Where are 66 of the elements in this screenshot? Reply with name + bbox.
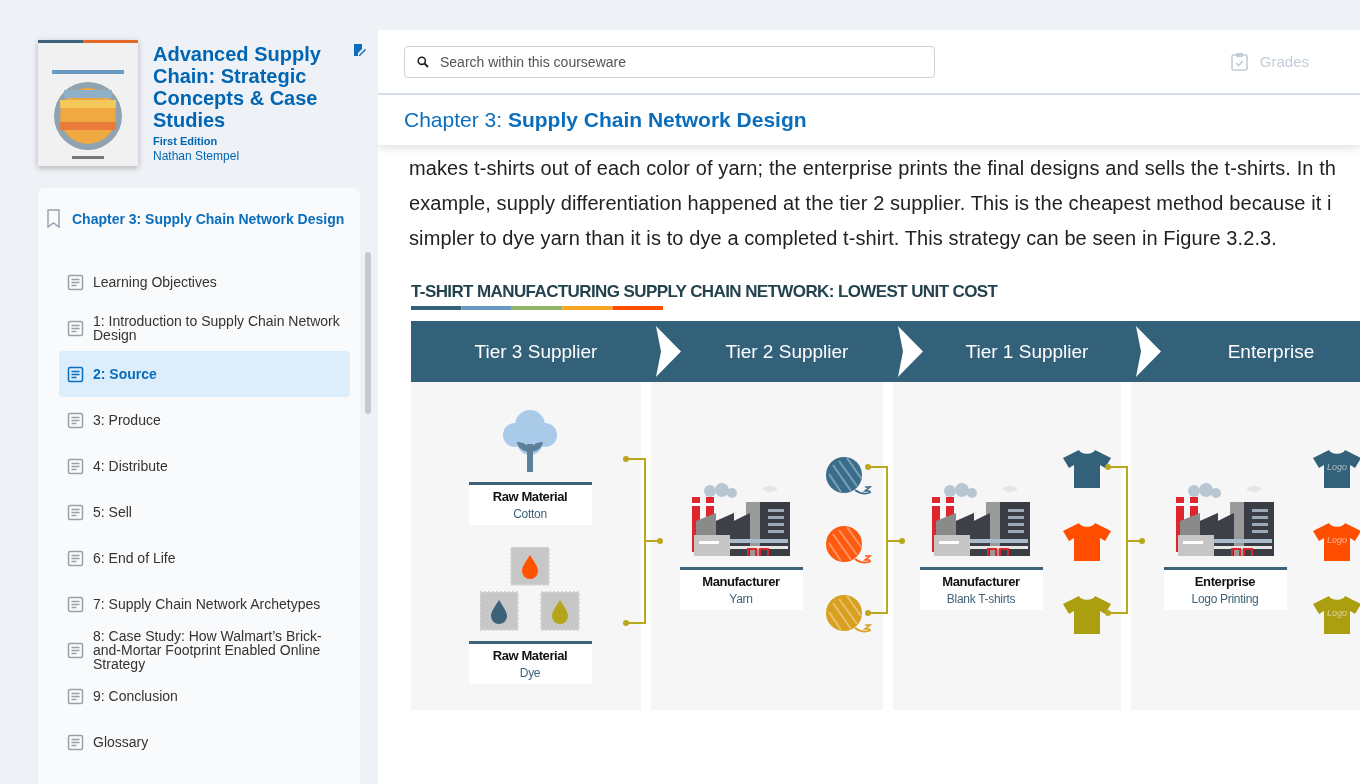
node-subtitle: Cotton: [513, 507, 547, 521]
paragraph-line: example, supply differentiation happened at the tier 2 supplier. This is the cheapest method because it i: [409, 191, 1333, 216]
toc-item-label: Glossary: [93, 735, 150, 749]
clipboard-check-icon: [1230, 52, 1248, 71]
bookmark-icon: [46, 209, 63, 228]
toc-item-label: 6: End of Life: [93, 551, 177, 565]
chapter-heading: Chapter 3: Supply Chain Network Design: [404, 108, 807, 132]
toc-item-label: 4: Distribute: [93, 459, 169, 473]
toc-item[interactable]: Learning Objectives: [59, 259, 350, 305]
document-icon: [67, 411, 84, 429]
document-icon: [67, 273, 84, 291]
toc-item[interactable]: 4: Distribute: [59, 443, 350, 489]
infographic-title: T-SHIRT MANUFACTURING SUPPLY CHAIN NETWORK: LOWEST UNIT COST: [411, 282, 999, 302]
book-title[interactable]: Advanced Supply Chain: Strategic Concepts & Case Studies: [153, 43, 338, 131]
toc-item[interactable]: Glossary: [59, 719, 350, 765]
logo-print: Logo: [1327, 462, 1348, 472]
toc-item-label: 5: Sell: [93, 505, 133, 519]
toc-item-label: 7: Supply Chain Network Archetypes: [93, 597, 322, 611]
toc-item-label: 1: Introduction to Supply Chain Network Design: [93, 314, 341, 342]
toc-item[interactable]: 9: Conclusion: [59, 673, 350, 719]
node-title: Enterprise: [1194, 573, 1256, 589]
toc-item-label: 3: Produce: [93, 413, 162, 427]
node-subtitle: Blank T-shirts: [946, 591, 1016, 606]
document-icon: [67, 733, 84, 751]
toc-item[interactable]: 3: Produce: [59, 397, 350, 443]
toc-item[interactable]: 6: End of Life: [59, 535, 350, 581]
factory-icon: [1174, 482, 1276, 557]
book-edition: First Edition: [153, 135, 219, 147]
cotton-plant-icon: [502, 408, 558, 472]
toc-item-label: 2: Source: [93, 367, 158, 381]
toc-item[interactable]: 7: Supply Chain Network Archetypes: [59, 581, 350, 627]
factory-icon: [930, 482, 1032, 557]
node-title: Manufacturer: [702, 573, 780, 589]
document-icon: [67, 549, 84, 567]
factory-icon: [690, 482, 792, 557]
toc-item-label: 9: Conclusion: [93, 689, 179, 703]
logo-print: Logo: [1327, 535, 1348, 545]
search-field[interactable]: Search within this courseware: [404, 45, 935, 78]
node-subtitle: Dye: [519, 666, 541, 680]
document-icon: [67, 503, 84, 521]
paragraph-line: simpler to dye yarn than it is to dye a completed t-shirt. This strategy can be seen in Figure 3.2.3.: [409, 226, 1278, 251]
document-icon: [67, 595, 84, 613]
node-title: Raw Material: [492, 489, 568, 504]
toc-item[interactable]: 1: Introduction to Supply Chain Network Design: [59, 305, 350, 351]
node-subtitle: Logo Printing: [1191, 591, 1259, 606]
toc-item[interactable]: 8: Case Study: How Walmart’s Brick-and-Mortar Footprint Enabled Online Strategy: [59, 627, 350, 673]
edit-icon[interactable]: [353, 44, 366, 57]
toc-item[interactable]: 2: Source: [59, 351, 350, 397]
chapter-link[interactable]: Chapter 3: Supply Chain Network Design: [72, 210, 345, 227]
document-icon: [67, 365, 84, 383]
toc-item-label: Learning Objectives: [93, 275, 218, 289]
node-title: Raw Material: [492, 648, 568, 663]
node-title: Manufacturer: [942, 573, 1020, 589]
toc-item-label: 8: Case Study: How Walmart’s Brick-and-Mortar Footprint Enabled Online Strategy: [93, 629, 323, 671]
document-icon: [67, 687, 84, 705]
tier-header: Tier 3 Supplier: [411, 321, 661, 382]
book-author: Nathan Stempel: [153, 149, 241, 163]
search-icon: [417, 55, 429, 68]
paragraph-line: makes t-shirts out of each color of yarn; the enterprise prints the final designs and sells the t-shirts. In th: [409, 156, 1338, 181]
document-icon: [67, 457, 84, 475]
scrollbar[interactable]: [365, 252, 371, 414]
logo-print: Logo: [1327, 608, 1348, 618]
document-icon: [67, 319, 84, 337]
node-subtitle: Yarn: [729, 591, 753, 606]
document-icon: [67, 641, 84, 659]
toc-item[interactable]: 5: Sell: [59, 489, 350, 535]
